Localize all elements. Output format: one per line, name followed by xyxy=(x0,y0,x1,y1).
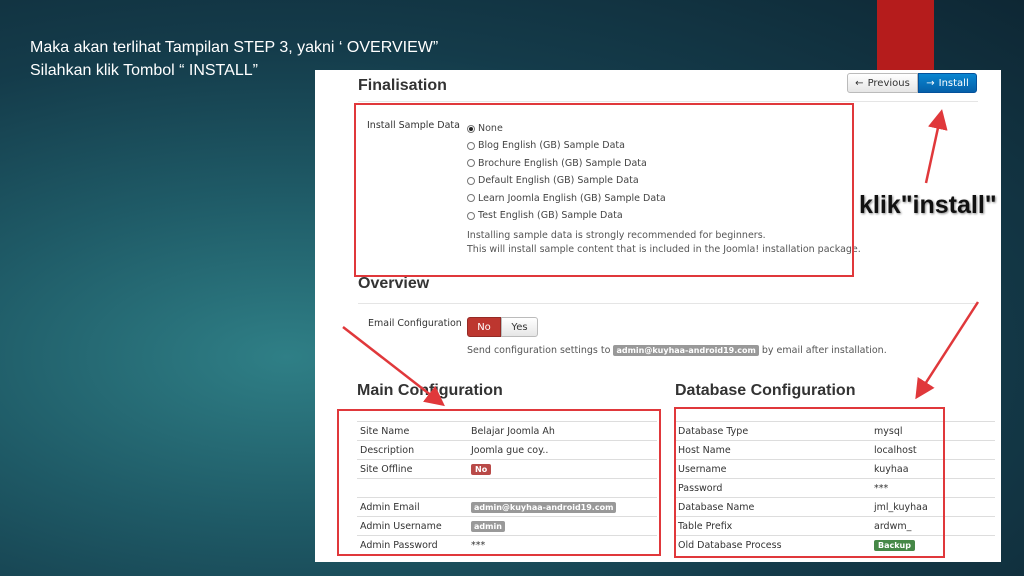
annotation-arrows xyxy=(342,109,980,407)
arrow-to-db-config xyxy=(915,301,980,400)
arrow-to-install-button xyxy=(924,109,948,184)
arrow-to-main-config xyxy=(342,326,445,407)
